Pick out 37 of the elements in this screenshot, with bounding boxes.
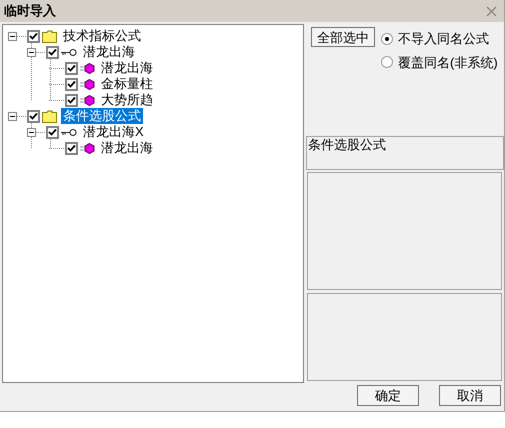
radio-button[interactable] [381, 56, 393, 68]
checkbox[interactable] [27, 110, 40, 122]
select-all-button[interactable]: 全部选中 [311, 27, 375, 47]
expander-box[interactable] [27, 128, 36, 136]
tree-item[interactable]: 潜龙出海 [81, 44, 137, 60]
tree-item[interactable]: 潜龙出海 [99, 140, 155, 156]
checkbox[interactable] [65, 78, 78, 90]
folder-icon [42, 30, 57, 42]
checkbox[interactable] [46, 126, 59, 138]
expander-box[interactable] [8, 32, 17, 40]
formula-icon [80, 62, 95, 74]
tree-item[interactable]: 大势所趋 [99, 92, 155, 108]
expander-box[interactable] [27, 48, 36, 56]
checkbox[interactable] [65, 94, 78, 106]
formula-icon [80, 142, 95, 154]
expander-box[interactable] [8, 112, 17, 120]
dialog-button[interactable]: 确定 [357, 385, 419, 406]
key-icon [61, 48, 77, 56]
tree-item[interactable]: 技术指标公式 [61, 28, 143, 44]
window-title: 临时导入 [4, 2, 56, 20]
radio-label: 覆盖同名(非系统) [398, 54, 498, 72]
description-field[interactable]: 条件选股公式 [306, 136, 504, 170]
checkbox[interactable] [65, 142, 78, 154]
checkbox[interactable] [27, 30, 40, 42]
checkbox[interactable] [65, 62, 78, 74]
checkbox[interactable] [46, 46, 59, 58]
dialog-button[interactable]: 取消 [439, 385, 501, 406]
radio-button[interactable] [381, 32, 393, 45]
tree-item[interactable]: 条件选股公式 [61, 108, 143, 124]
key-icon [61, 128, 77, 136]
radio-label: 不导入同名公式 [398, 30, 489, 48]
formula-icon [80, 94, 95, 106]
tree-item[interactable]: 潜龙出海X [81, 124, 146, 140]
tree-item[interactable]: 金标量柱 [99, 76, 155, 92]
formula-icon [80, 78, 95, 90]
tree-item[interactable]: 潜龙出海 [99, 60, 155, 76]
folder-icon [42, 110, 57, 122]
